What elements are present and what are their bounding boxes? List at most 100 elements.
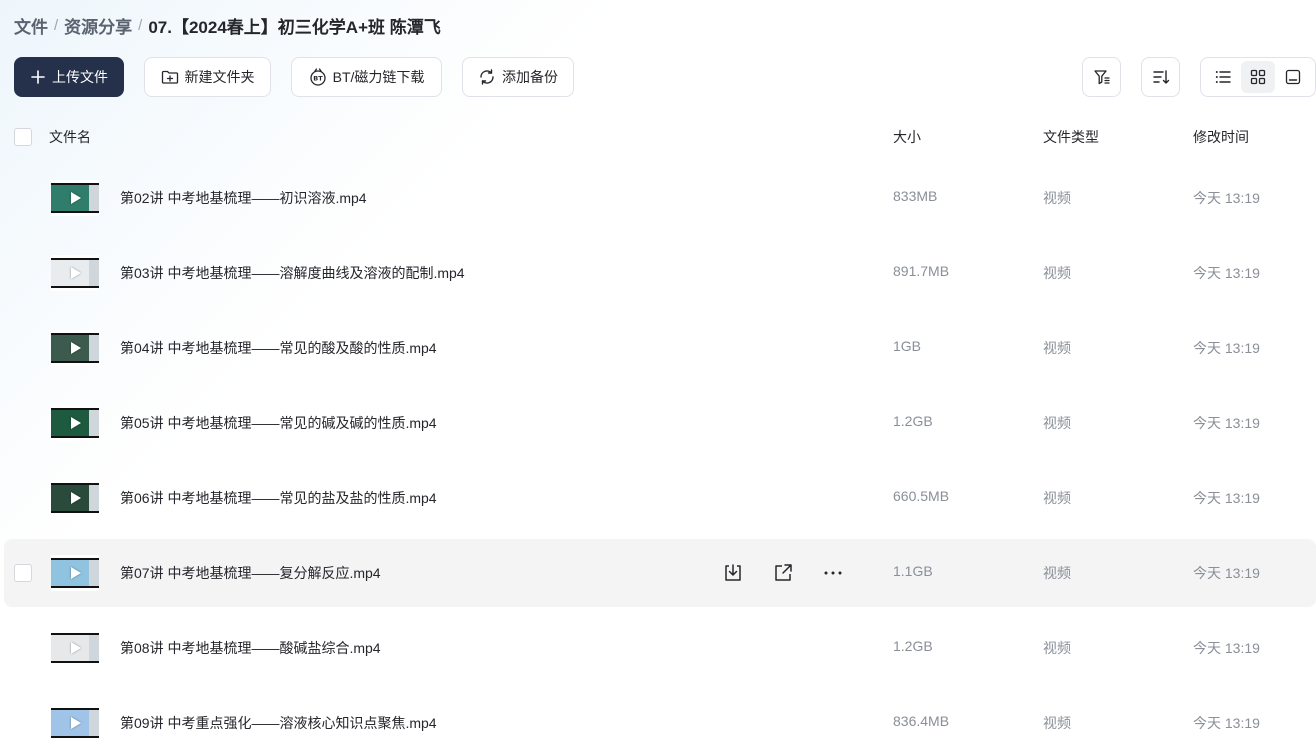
video-thumbnail <box>51 480 99 516</box>
bt-icon: BT <box>309 68 326 86</box>
breadcrumb-item-files[interactable]: 文件 <box>14 13 48 38</box>
breadcrumb-item-resource-share[interactable]: 资源分享 <box>64 13 132 38</box>
add-backup-button[interactable]: 添加备份 <box>462 57 574 97</box>
file-name[interactable]: 第03讲 中考地基梳理——溶解度曲线及溶液的配制.mp4 <box>120 263 465 283</box>
table-row[interactable]: 第05讲 中考地基梳理——常见的碱及碱的性质.mp4 1.2GB 视频 今天 1… <box>4 389 1316 457</box>
bt-magnet-download-button[interactable]: BT BT/磁力链下载 <box>291 57 442 97</box>
file-size: 660.5MB <box>893 488 950 504</box>
folder-plus-icon <box>161 70 178 84</box>
new-folder-label: 新建文件夹 <box>184 69 255 85</box>
file-type: 视频 <box>1043 190 1071 206</box>
file-modified-time: 今天 13:19 <box>1193 190 1260 206</box>
new-folder-button[interactable]: 新建文件夹 <box>144 57 271 97</box>
table-row[interactable]: 第04讲 中考地基梳理——常见的酸及酸的性质.mp4 1GB 视频 今天 13:… <box>4 314 1316 382</box>
plus-icon <box>31 70 45 84</box>
header-file-type[interactable]: 文件类型 <box>1043 127 1099 147</box>
play-icon <box>71 567 81 579</box>
preview-view-button[interactable] <box>1276 61 1310 93</box>
file-type: 视频 <box>1043 490 1071 506</box>
file-size: 1.1GB <box>893 563 933 579</box>
file-type: 视频 <box>1043 415 1071 431</box>
file-modified-time: 今天 13:19 <box>1193 715 1260 731</box>
file-type: 视频 <box>1043 340 1071 356</box>
file-modified-time: 今天 13:19 <box>1193 415 1260 431</box>
file-type: 视频 <box>1043 715 1071 731</box>
breadcrumb-separator: / <box>54 16 59 34</box>
breadcrumb-separator: / <box>138 16 143 34</box>
file-modified-time: 今天 13:19 <box>1193 340 1260 356</box>
file-modified-time: 今天 13:19 <box>1193 265 1260 281</box>
file-name[interactable]: 第06讲 中考地基梳理——常见的盐及盐的性质.mp4 <box>120 488 437 508</box>
file-name[interactable]: 第04讲 中考地基梳理——常见的酸及酸的性质.mp4 <box>120 338 437 358</box>
upload-file-button[interactable]: 上传文件 <box>14 57 124 97</box>
file-name[interactable]: 第07讲 中考地基梳理——复分解反应.mp4 <box>120 563 381 583</box>
view-tools <box>1082 57 1316 97</box>
view-mode-switcher <box>1200 57 1316 97</box>
breadcrumb: 文件 / 资源分享 / 07.【2024春上】初三化学A+班 陈潭飞 <box>14 12 441 38</box>
table-row[interactable]: 第03讲 中考地基梳理——溶解度曲线及溶液的配制.mp4 891.7MB 视频 … <box>4 239 1316 307</box>
file-size: 833MB <box>893 188 938 204</box>
video-thumbnail <box>51 630 99 666</box>
video-thumbnail <box>51 330 99 366</box>
table-row[interactable]: 第08讲 中考地基梳理——酸碱盐综合.mp4 1.2GB 视频 今天 13:19 <box>4 614 1316 682</box>
file-size: 1.2GB <box>893 638 933 654</box>
file-size: 836.4MB <box>893 713 950 729</box>
file-size: 1GB <box>893 338 922 354</box>
play-icon <box>71 342 81 354</box>
file-modified-time: 今天 13:19 <box>1193 565 1260 581</box>
file-table-header: 文件名 大小 文件类型 修改时间 <box>0 118 1316 156</box>
table-row[interactable]: 第02讲 中考地基梳理——初识溶液.mp4 833MB 视频 今天 13:19 <box>4 164 1316 232</box>
file-size: 891.7MB <box>893 263 950 279</box>
upload-file-label: 上传文件 <box>52 69 108 85</box>
file-name[interactable]: 第09讲 中考重点强化——溶液核心知识点聚焦.mp4 <box>120 713 437 733</box>
play-icon <box>71 417 81 429</box>
file-type: 视频 <box>1043 565 1071 581</box>
row-checkbox[interactable] <box>14 564 32 582</box>
grid-view-button[interactable] <box>1240 61 1275 93</box>
video-thumbnail <box>51 405 99 441</box>
header-size[interactable]: 大小 <box>893 127 921 147</box>
video-thumbnail <box>51 705 99 741</box>
toolbar: 上传文件 新建文件夹 BT BT/磁力链下载 添加备份 <box>14 57 594 97</box>
preview-view-icon <box>1286 69 1301 85</box>
file-modified-time: 今天 13:19 <box>1193 640 1260 656</box>
svg-text:BT: BT <box>313 75 323 83</box>
file-name[interactable]: 第05讲 中考地基梳理——常见的碱及碱的性质.mp4 <box>120 413 437 433</box>
file-name[interactable]: 第02讲 中考地基梳理——初识溶液.mp4 <box>120 188 367 208</box>
select-all-checkbox[interactable] <box>14 128 32 146</box>
play-icon <box>71 717 81 729</box>
file-size: 1.2GB <box>893 413 933 429</box>
bt-magnet-download-label: BT/磁力链下载 <box>332 69 425 85</box>
video-thumbnail <box>51 180 99 216</box>
more-button[interactable] <box>820 561 846 585</box>
share-button[interactable] <box>770 561 796 585</box>
table-row-hovered[interactable]: 第07讲 中考地基梳理——复分解反应.mp4 1.1GB 视频 今天 13:19 <box>4 539 1316 607</box>
file-type: 视频 <box>1043 640 1071 656</box>
header-modified-time[interactable]: 修改时间 <box>1193 127 1249 147</box>
file-name[interactable]: 第08讲 中考地基梳理——酸碱盐综合.mp4 <box>120 638 381 658</box>
play-icon <box>71 192 81 204</box>
play-icon <box>71 267 81 279</box>
video-thumbnail <box>51 555 99 591</box>
download-icon <box>725 564 741 581</box>
list-view-button[interactable] <box>1206 61 1240 93</box>
row-actions <box>720 561 870 585</box>
play-icon <box>71 642 81 654</box>
grid-view-icon <box>1250 69 1266 85</box>
sort-icon <box>1152 70 1169 84</box>
table-row[interactable]: 第09讲 中考重点强化——溶液核心知识点聚焦.mp4 836.4MB 视频 今天… <box>4 689 1316 750</box>
sync-icon <box>480 69 494 85</box>
header-file-name[interactable]: 文件名 <box>49 127 91 147</box>
more-icon <box>824 571 842 575</box>
play-icon <box>71 492 81 504</box>
breadcrumb-current-folder: 07.【2024春上】初三化学A+班 陈潭飞 <box>148 17 441 37</box>
sort-button[interactable] <box>1141 57 1180 97</box>
download-button[interactable] <box>720 561 746 585</box>
filter-button[interactable] <box>1082 57 1121 97</box>
video-thumbnail <box>51 255 99 291</box>
add-backup-label: 添加备份 <box>502 69 558 85</box>
file-modified-time: 今天 13:19 <box>1193 490 1260 506</box>
list-view-icon <box>1215 71 1231 83</box>
file-type: 视频 <box>1043 265 1071 281</box>
table-row[interactable]: 第06讲 中考地基梳理——常见的盐及盐的性质.mp4 660.5MB 视频 今天… <box>4 464 1316 532</box>
